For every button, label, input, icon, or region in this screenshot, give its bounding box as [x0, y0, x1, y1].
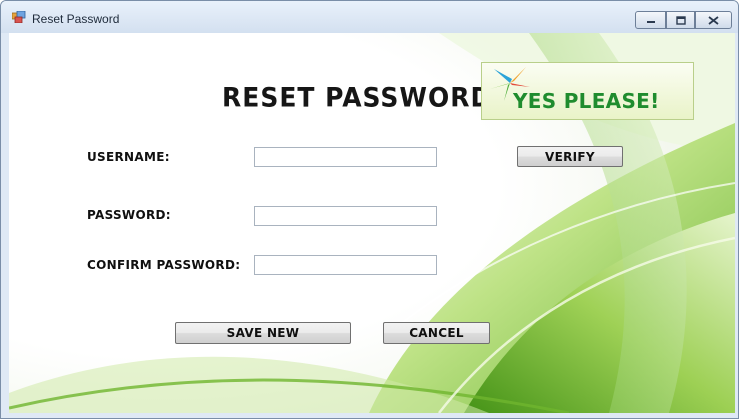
close-icon	[708, 15, 719, 25]
minimize-button[interactable]	[635, 11, 666, 29]
app-icon	[12, 11, 26, 23]
username-input[interactable]	[254, 147, 437, 167]
page-title: RESET PASSWORD	[222, 82, 493, 113]
verify-button[interactable]: VERIFY	[517, 146, 623, 167]
password-input[interactable]	[254, 206, 437, 226]
confirm-password-input[interactable]	[254, 255, 437, 275]
form-client-area: RESET PASSWORD YES PLEASE! USERNAME: VER…	[9, 33, 735, 413]
cancel-button[interactable]: CANCEL	[383, 322, 490, 344]
maximize-button[interactable]	[666, 11, 695, 29]
logo-text: YES PLEASE!	[513, 89, 660, 113]
password-label: PASSWORD:	[87, 208, 171, 222]
close-button[interactable]	[695, 11, 732, 29]
window-title: Reset Password	[32, 12, 120, 26]
confirm-password-label: CONFIRM PASSWORD:	[87, 258, 241, 272]
username-label: USERNAME:	[87, 150, 170, 164]
save-new-button[interactable]: SAVE NEW	[175, 322, 351, 344]
reset-password-window: Reset Password RESET PASSWORD YES PLEASE…	[0, 0, 739, 419]
yes-please-logo: YES PLEASE!	[481, 62, 694, 120]
title-bar[interactable]: Reset Password	[1, 1, 738, 33]
maximize-icon	[675, 15, 686, 25]
minimize-icon	[646, 21, 655, 23]
